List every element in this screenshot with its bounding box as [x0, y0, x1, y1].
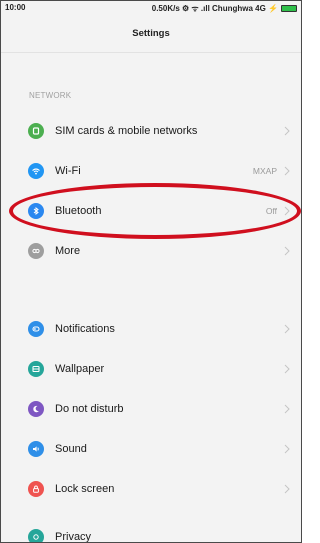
row-label: Wi-Fi [55, 165, 81, 177]
row-wifi[interactable]: Wi-Fi MXAP [1, 151, 301, 191]
privacy-icon [28, 529, 44, 542]
phone-screen: 10:00 0.50K/s ⚙ ᯤ .ıll Chunghwa 4G ⚡ Set… [0, 0, 302, 543]
lock-icon [28, 481, 44, 497]
sim-icon [28, 123, 44, 139]
chevron-right-icon [284, 126, 290, 136]
row-wallpaper[interactable]: Wallpaper [1, 349, 301, 389]
chevron-right-icon [284, 206, 290, 216]
status-time: 10:00 [5, 3, 26, 12]
row-privacy[interactable]: Privacy [1, 517, 301, 543]
row-label: Notifications [55, 323, 115, 335]
status-bar: 10:00 0.50K/s ⚙ ᯤ .ıll Chunghwa 4G ⚡ [1, 1, 301, 15]
row-label: Sound [55, 443, 87, 455]
row-label: Do not disturb [55, 403, 124, 415]
row-value: Off [265, 206, 277, 216]
notifications-icon [28, 321, 44, 337]
row-sound[interactable]: Sound [1, 429, 301, 469]
row-label: More [55, 245, 81, 257]
status-right: 0.50K/s ⚙ ᯤ .ıll Chunghwa 4G ⚡ [152, 3, 297, 14]
bluetooth-icon [28, 203, 44, 219]
chevron-right-icon [284, 444, 290, 454]
row-value: MXAP [252, 166, 277, 176]
chevron-right-icon [284, 246, 290, 256]
chevron-right-icon [284, 404, 290, 414]
row-do-not-disturb[interactable]: Do not disturb [1, 389, 301, 429]
battery-icon [281, 5, 297, 12]
chevron-right-icon [284, 364, 290, 374]
chevron-right-icon [284, 166, 290, 176]
wifi-icon [28, 163, 44, 179]
row-label: Lock screen [55, 483, 115, 495]
row-label: Wallpaper [55, 363, 105, 375]
sound-icon [28, 441, 44, 457]
row-lock-screen[interactable]: Lock screen [1, 469, 301, 509]
more-icon [28, 243, 44, 259]
chevron-right-icon [284, 324, 290, 334]
row-label: Bluetooth [55, 205, 102, 217]
row-sim-cards[interactable]: SIM cards & mobile networks [1, 111, 301, 151]
wallpaper-icon [28, 361, 44, 377]
row-notifications[interactable]: Notifications [1, 309, 301, 349]
row-label: SIM cards & mobile networks [55, 125, 198, 137]
chevron-right-icon [284, 484, 290, 494]
section-network-label: NETWORK [29, 91, 72, 100]
row-bluetooth[interactable]: Bluetooth Off [1, 191, 301, 231]
row-more[interactable]: More [1, 231, 301, 271]
status-indicators: 0.50K/s ⚙ ᯤ .ıll Chunghwa 4G ⚡ [151, 4, 278, 13]
row-label: Privacy [55, 531, 92, 543]
moon-icon [28, 401, 44, 417]
page-title: Settings [1, 15, 301, 53]
